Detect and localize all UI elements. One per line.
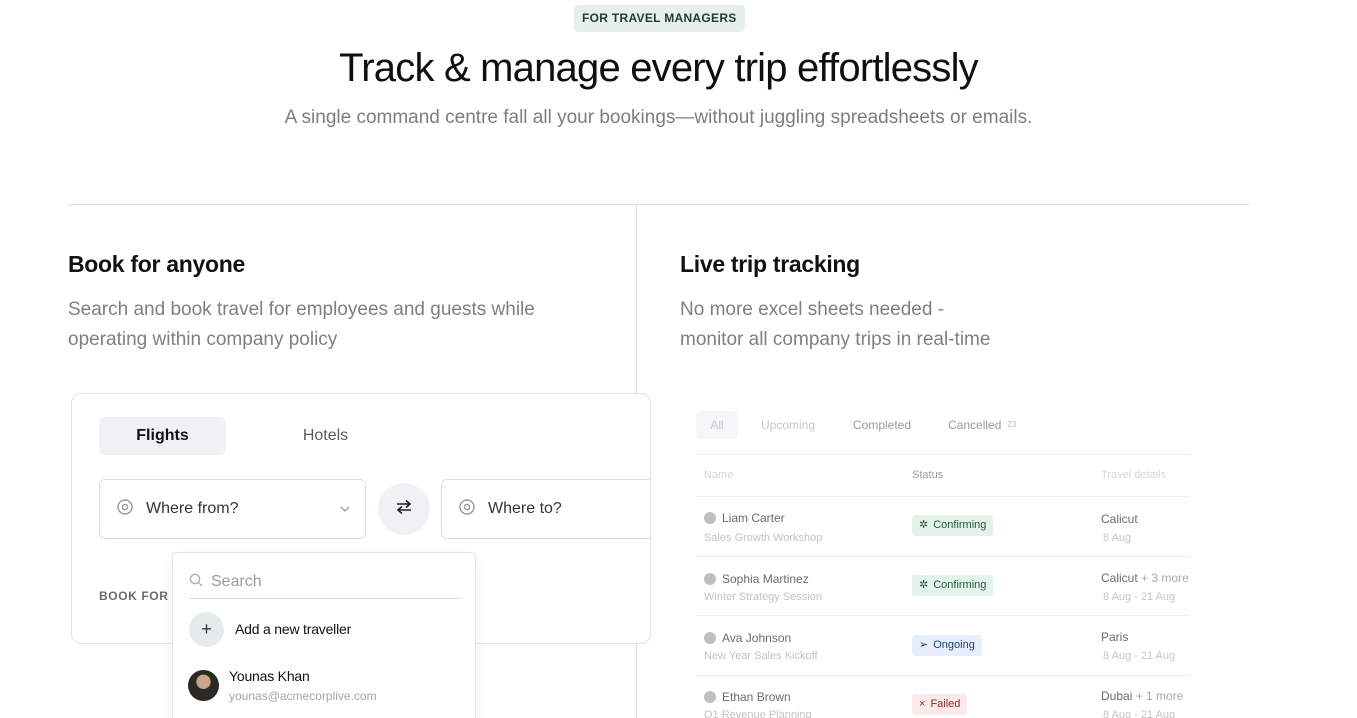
trip-dates: 8 Aug - 21 Aug <box>1103 650 1176 662</box>
trip-dates: 8 Aug - 21 Aug <box>1103 709 1176 718</box>
trip-destination: Calicut + 3 more <box>1101 571 1189 585</box>
table-row[interactable]: Sophia Martinez <box>704 572 809 586</box>
trip-event: Sales Growth Workshop <box>704 532 823 544</box>
more-destinations[interactable]: + 1 more <box>1136 689 1184 703</box>
avatar <box>188 670 219 701</box>
destination-name: Paris <box>1101 630 1129 644</box>
column-header-name: Name <box>704 469 734 481</box>
trip-event: Winter Strategy Session <box>704 591 822 603</box>
traveller-name[interactable]: Younas Khan <box>229 668 310 684</box>
cancelled-count-badge: 23 <box>1007 420 1017 429</box>
table-divider <box>696 675 1190 676</box>
trip-event: Q1 Revenue Planning <box>704 709 812 718</box>
traveller-dropdown: Search + Add a new traveller Younas Khan… <box>172 552 476 718</box>
traveller-name: Sophia Martinez <box>722 572 809 586</box>
status-label: Confirming <box>933 519 987 531</box>
status-label: Ongoing <box>933 639 975 651</box>
avatar <box>704 632 716 644</box>
add-traveller-button[interactable]: + <box>189 612 224 647</box>
book-section-desc-line2: operating within company policy <box>68 329 338 350</box>
traveller-name: Liam Carter <box>722 511 785 525</box>
location-pin-icon <box>458 498 476 521</box>
chevron-down-icon[interactable] <box>339 502 351 520</box>
status-label: Confirming <box>933 579 987 591</box>
avatar <box>704 691 716 703</box>
traveller-email: younas@acmecorplive.com <box>229 689 377 703</box>
trip-dates: 8 Aug - 21 Aug <box>1103 591 1176 603</box>
plus-icon: + <box>201 619 212 639</box>
column-header-status: Status <box>912 469 944 481</box>
traveller-search-input[interactable]: Search <box>189 566 461 599</box>
where-to-field[interactable]: Where to? <box>441 479 650 539</box>
tracking-section-desc-line1: No more excel sheets needed - <box>680 299 945 320</box>
trip-destination: Paris <box>1101 630 1128 644</box>
tab-upcoming[interactable]: Upcoming <box>761 411 815 439</box>
location-pin-icon <box>116 498 134 521</box>
spinner-icon: ✲ <box>919 579 929 591</box>
status-badge: ✲ Confirming <box>912 515 994 536</box>
audience-badge: FOR TRAVEL MANAGERS <box>574 5 745 32</box>
book-for-label: BOOK FOR <box>99 589 169 603</box>
status-badge: ✲ Confirming <box>912 575 994 596</box>
status-badge: ➢ Ongoing <box>912 635 982 656</box>
trip-event: New Year Sales Kickoff <box>704 650 818 662</box>
table-divider <box>696 615 1190 616</box>
tab-flights[interactable]: Flights <box>99 417 226 455</box>
tab-all[interactable]: All <box>696 411 738 439</box>
search-icon <box>189 573 203 592</box>
add-traveller-label[interactable]: Add a new traveller <box>235 621 351 637</box>
avatar <box>704 512 716 524</box>
book-section-title: Book for anyone <box>68 251 245 277</box>
tab-completed[interactable]: Completed <box>853 411 911 439</box>
status-badge: × Failed <box>912 694 968 715</box>
spinner-icon: ✲ <box>919 519 929 531</box>
column-header-travel-details: Travel details <box>1101 469 1167 481</box>
tracking-section-title: Live trip tracking <box>680 251 860 277</box>
trip-dates: 8 Aug <box>1103 532 1132 544</box>
trip-destination: Dubai + 1 more <box>1101 689 1183 703</box>
destination-name: Dubai <box>1101 689 1133 703</box>
close-icon: × <box>919 698 926 710</box>
table-divider <box>696 496 1190 497</box>
swap-arrows-icon <box>395 499 413 520</box>
traveller-name: Ethan Brown <box>722 690 791 704</box>
table-row[interactable]: Ethan Brown <box>704 690 791 704</box>
destination-name: Calicut <box>1101 571 1138 585</box>
table-divider <box>696 556 1190 557</box>
status-label: Failed <box>930 698 961 710</box>
tracking-section-desc-line2: monitor all company trips in real-time <box>680 329 991 350</box>
tab-cancelled-label: Cancelled <box>948 418 1002 432</box>
hero-title: Track & manage every trip effortlessly <box>339 46 979 90</box>
more-destinations[interactable]: + 3 more <box>1141 571 1189 585</box>
tab-cancelled[interactable]: Cancelled 23 <box>948 411 1016 439</box>
where-to-placeholder: Where to? <box>488 500 562 517</box>
swap-button[interactable] <box>378 483 430 535</box>
section-divider <box>68 204 1249 205</box>
table-row[interactable]: Ava Johnson <box>704 631 791 645</box>
search-placeholder: Search <box>211 573 262 590</box>
hero-subtitle: A single command centre fall all your bo… <box>284 107 1033 128</box>
book-section-desc-line1: Search and book travel for employees and… <box>68 299 535 320</box>
where-from-field[interactable]: Where from? <box>99 479 366 539</box>
table-row[interactable]: Liam Carter <box>704 511 785 525</box>
tab-hotels[interactable]: Hotels <box>262 417 389 455</box>
destination-name: Calicut <box>1101 512 1138 526</box>
where-from-placeholder: Where from? <box>146 500 239 517</box>
traveller-name: Ava Johnson <box>722 631 792 645</box>
table-divider <box>696 454 1190 455</box>
avatar <box>704 573 716 585</box>
paper-plane-icon: ➢ <box>919 639 929 651</box>
trip-destination: Calicut <box>1101 512 1138 526</box>
